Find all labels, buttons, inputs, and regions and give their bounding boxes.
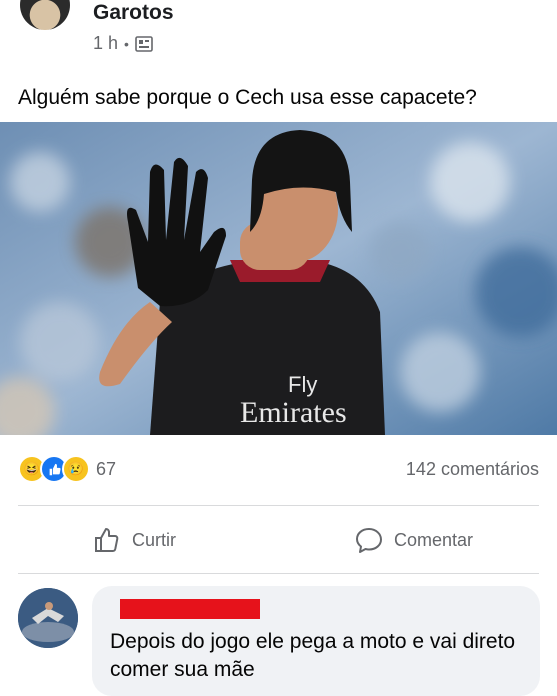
page-avatar[interactable] (20, 0, 70, 30)
page-name[interactable]: Garotos (93, 1, 174, 25)
commenter-avatar[interactable] (18, 588, 78, 648)
jersey-sponsor-text: Emirates (240, 396, 347, 429)
public-page-icon (135, 35, 153, 52)
meta-separator: • (124, 35, 129, 52)
post-text: Alguém sabe porque o Cech usa esse capac… (18, 86, 477, 109)
divider (18, 505, 539, 506)
comment-label: Comentar (394, 529, 474, 550)
redacted-commenter-name (120, 599, 260, 619)
like-button[interactable]: Curtir (92, 525, 176, 555)
sad-reaction-icon: 😢 (62, 455, 90, 483)
comments-count[interactable]: 142 comentários (406, 459, 539, 480)
post-photo[interactable]: Fly Emirates (0, 122, 557, 435)
speech-bubble-icon (356, 528, 382, 553)
like-label: Curtir (132, 529, 176, 550)
jersey-brand-text: Fly (288, 372, 317, 397)
divider (18, 573, 539, 574)
comment-text: Depois do jogo ele pega a moto e vai dir… (110, 630, 516, 681)
reaction-count: 67 (96, 458, 117, 479)
post-time[interactable]: 1 h (93, 33, 118, 54)
goalkeeper-photo: Fly Emirates (0, 122, 557, 435)
thumbs-up-icon (95, 528, 119, 552)
reaction-summary[interactable]: 😆 😢 67 (18, 455, 116, 483)
action-bar: Curtir Comentar (0, 517, 557, 561)
post-meta: 1 h • (93, 33, 153, 54)
comment-button[interactable]: Comentar (354, 525, 473, 555)
post-header: Garotos 1 h • (0, 0, 557, 62)
